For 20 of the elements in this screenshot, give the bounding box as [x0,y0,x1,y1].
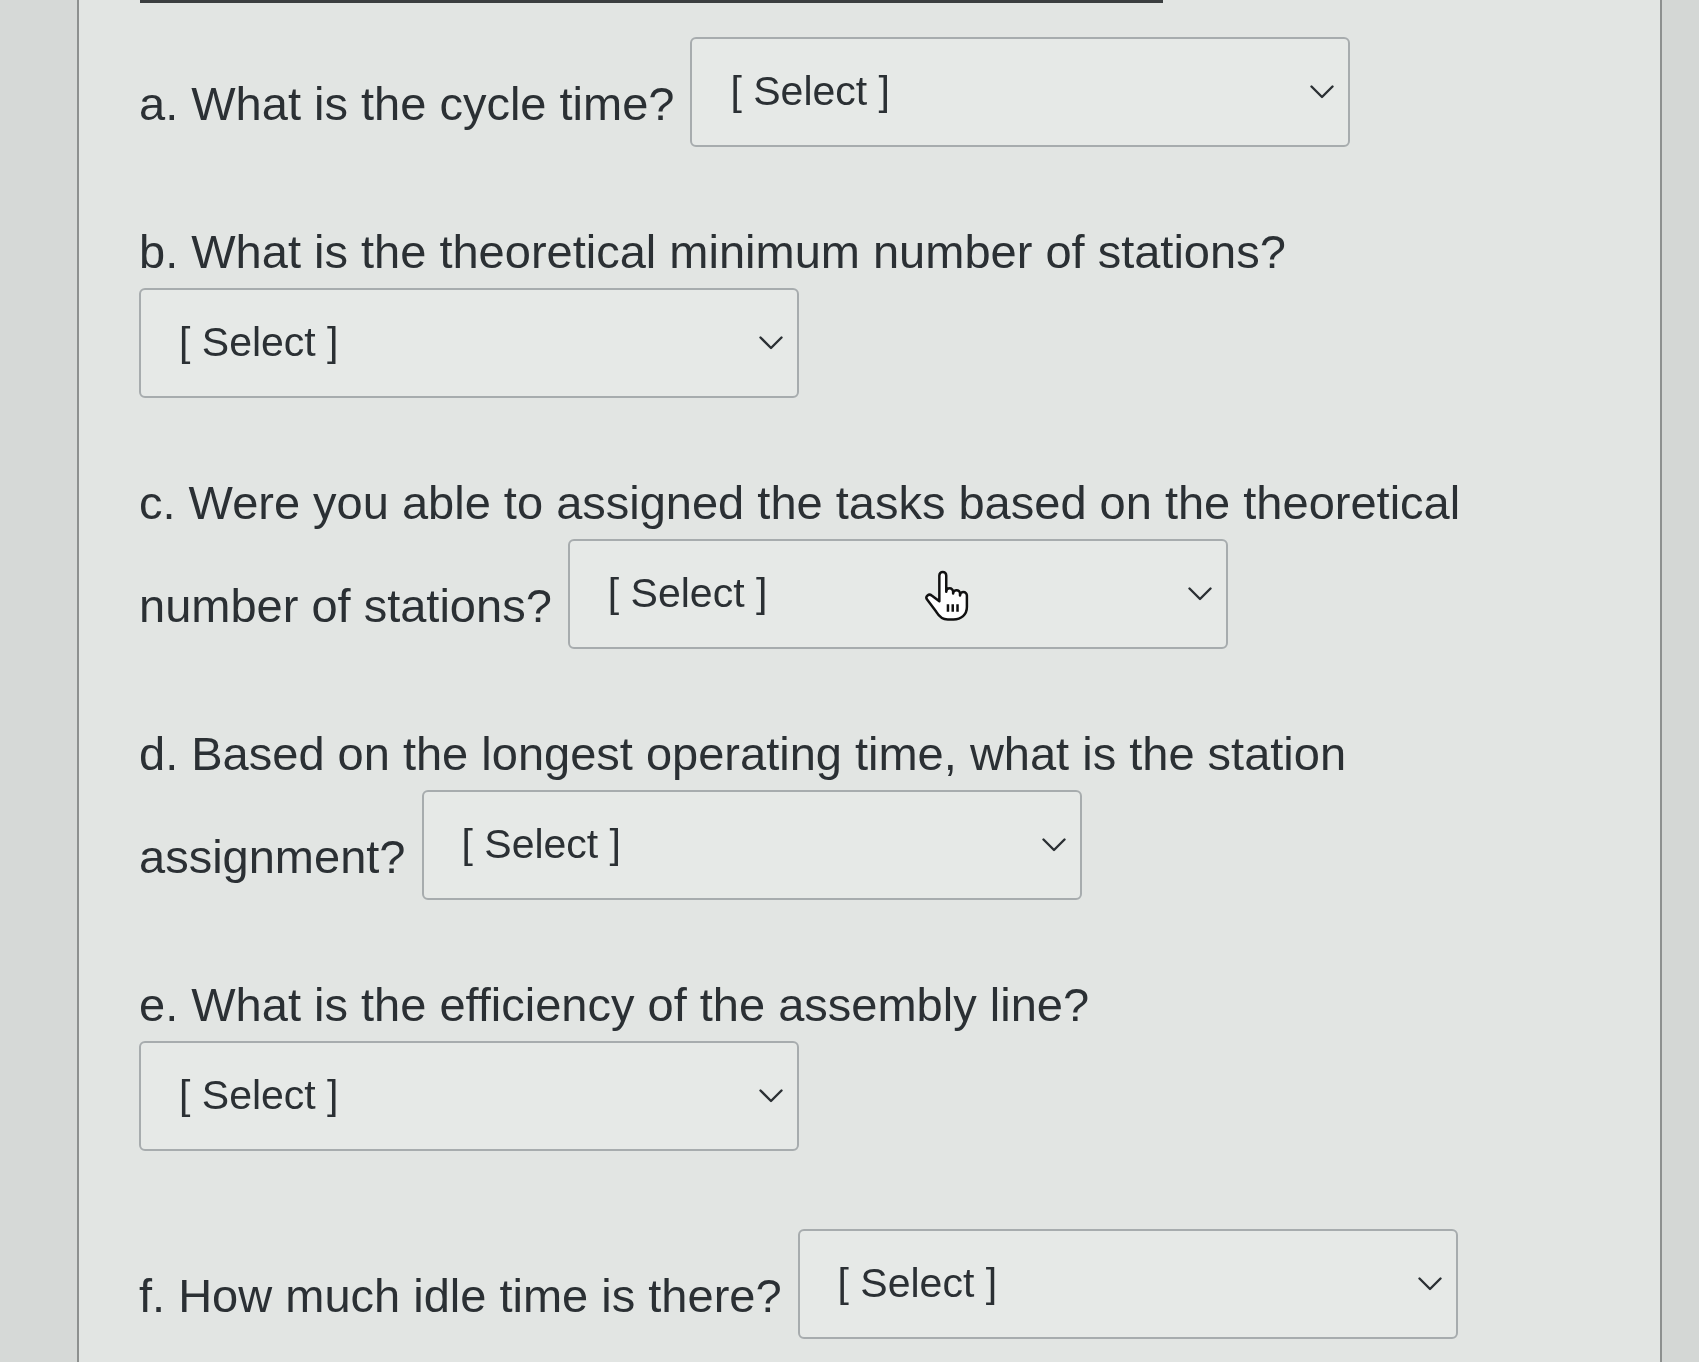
question-text: e. What is the efficiency of the assembly line? [139,978,1090,1032]
question-text: d. Based on the longest operating time, what is the station [139,727,1347,781]
question-text: f. How much idle time is there? [139,1268,782,1323]
chevron-down-icon [759,1089,783,1103]
answer-dropdown[interactable]: [ Select ] [139,1041,799,1151]
question-text: assignment? [139,829,406,884]
chevron-down-icon [1310,85,1335,99]
answer-dropdown[interactable]: [ Select ] [139,288,799,398]
chevron-down-icon [1041,838,1066,852]
chevron-down-icon [1187,587,1212,601]
question-text: b. What is the theoretical minimum number of stations? [139,225,1286,279]
question-text: number of stations? [139,578,552,633]
question-text: a. What is the cycle time? [139,76,675,131]
question-text: c. Were you able to assigned the tasks based on the theoretical [139,476,1461,530]
answer-dropdown[interactable]: [ Select ] [797,1229,1458,1339]
chevron-down-icon [1417,1277,1442,1291]
answer-dropdown[interactable]: [ Select ] [567,539,1228,649]
answer-dropdown[interactable]: [ Select ] [421,790,1082,900]
chevron-down-icon [759,336,783,350]
answer-dropdown[interactable]: [ Select ] [690,37,1351,147]
